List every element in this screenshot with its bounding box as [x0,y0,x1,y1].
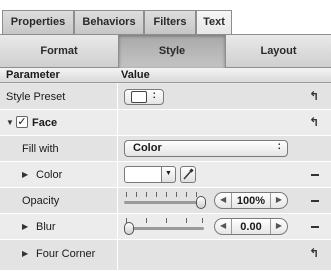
tab-filters[interactable]: Filters [144,10,196,34]
tab-text[interactable]: Text [196,10,232,35]
blur-slider[interactable] [124,217,208,237]
row-opacity: Opacity ◀ 100% ▶ [0,188,331,214]
popup-arrows-icon: : [277,141,281,152]
opacity-label: Opacity [22,195,60,207]
tab-behaviors[interactable]: Behaviors [74,10,144,34]
popup-arrows-icon: : [152,90,156,101]
swatch-menu-button[interactable]: ▼ [162,166,176,183]
reset-icon[interactable]: ↰ [309,246,319,260]
remove-icon[interactable] [311,200,319,202]
opacity-stepper[interactable]: ◀ 100% ▶ [214,192,288,209]
inspector-tabs: Properties Behaviors Filters Text [0,0,331,35]
slider-tick [186,218,187,223]
slider-tick [176,192,177,197]
subtab-layout[interactable]: Layout [226,35,331,68]
disclosure-closed-icon[interactable]: ▶ [22,249,28,258]
fill-with-value: Color [133,142,162,154]
eyedropper-button[interactable] [180,166,196,183]
slider-tick [166,192,167,197]
slider-tick [146,218,147,223]
slider-track [124,227,204,230]
slider-tick [186,192,187,197]
four-corner-label: Four Corner [36,248,96,260]
slider-tick [146,192,147,197]
row-color: ▶ Color ▼ [0,162,331,188]
row-blur: ▶ Blur ◀ 0.00 ▶ [0,214,331,240]
row-four-corner: ▶ Four Corner ↰ [0,240,331,271]
slider-tick [136,192,137,197]
reset-icon[interactable]: ↰ [309,115,319,129]
color-label: Color [36,169,63,181]
style-preset-popup[interactable]: : [124,89,164,105]
slider-tick [126,192,127,197]
step-right-icon[interactable]: ▶ [276,195,282,204]
slider-knob[interactable] [124,222,134,235]
reset-icon[interactable]: ↰ [309,89,319,103]
style-preset-label: Style Preset [6,91,66,103]
column-header: Parameter Value [0,68,331,83]
slider-tick [156,192,157,197]
subtab-style[interactable]: Style [119,35,225,68]
column-value: Value [121,69,150,81]
remove-icon[interactable] [311,174,319,176]
preset-icon [131,91,147,103]
blur-label: Blur [36,221,56,233]
stepper-divider [270,219,271,234]
eyedropper-icon [183,168,194,180]
blur-stepper[interactable]: ◀ 0.00 ▶ [214,218,288,235]
color-swatch[interactable] [124,166,162,183]
disclosure-open-icon[interactable]: ▼ [6,118,14,127]
row-face: ▼ ✓ Face ↰ [0,110,331,136]
tab-properties[interactable]: Properties [2,10,74,34]
slider-tick [166,218,167,223]
column-parameter: Parameter [6,69,60,81]
disclosure-closed-icon[interactable]: ▶ [22,170,28,179]
face-label: Face [32,117,58,129]
fill-with-label: Fill with [22,143,59,155]
remove-icon[interactable] [311,226,319,228]
row-style-preset: Style Preset : ↰ [0,84,331,110]
fill-with-popup[interactable]: Color : [124,140,288,157]
slider-track [124,201,204,204]
disclosure-closed-icon[interactable]: ▶ [22,222,28,231]
step-right-icon[interactable]: ▶ [276,221,282,230]
face-checkbox[interactable]: ✓ [16,116,28,128]
slider-tick [202,218,203,223]
slider-knob[interactable] [196,196,206,209]
inspector-panel: Properties Behaviors Filters Text Format… [0,0,331,271]
stepper-divider [270,193,271,208]
subtab-bar: Format Style Layout [0,34,331,68]
subtab-format[interactable]: Format [0,35,118,68]
opacity-slider[interactable] [124,191,208,211]
row-fill-with: Fill with Color : [0,136,331,162]
column-divider [117,83,118,271]
